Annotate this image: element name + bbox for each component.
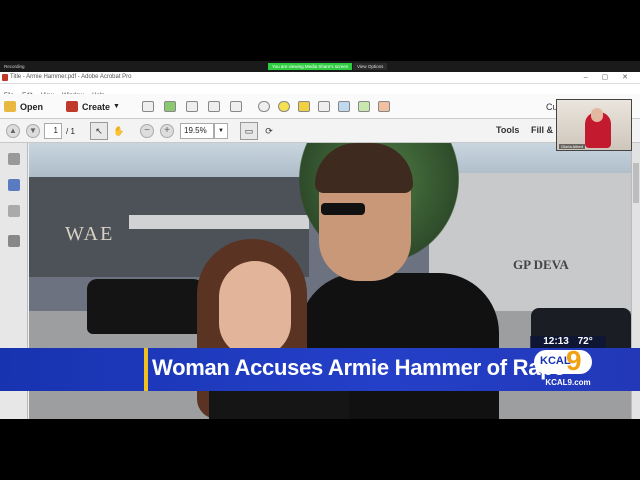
create-button[interactable]: Create ▼ xyxy=(66,98,120,115)
folder-icon xyxy=(4,101,16,112)
clock: 12:13 xyxy=(543,336,569,347)
photo-store-sign-right: GP DEVA xyxy=(513,257,569,272)
photo-car-left xyxy=(87,279,207,334)
edit-icon[interactable] xyxy=(208,101,220,112)
photo-store-sign-left: WAE xyxy=(65,223,115,245)
navigation-toolbar: ▲ ▼ 1 / 1 ↖ ✋ − + 19.5% ▼ ▭ ⟳ Tools Fill… xyxy=(0,119,640,143)
zoom-share-bar: Recording You are viewing Media Share's … xyxy=(0,61,640,72)
hand-icon[interactable]: ✋ xyxy=(110,122,128,140)
station-website: KCAL9.com xyxy=(545,378,591,387)
page-up-icon[interactable]: ▲ xyxy=(6,124,20,138)
page-number-input[interactable]: 1 xyxy=(44,123,62,139)
zoom-out-icon[interactable]: − xyxy=(140,124,154,138)
pages-icon[interactable] xyxy=(8,153,20,165)
page-total: / 1 xyxy=(66,127,75,136)
mail-icon[interactable] xyxy=(230,101,242,112)
station-bug: 12:13 72° KCAL 9 KCAL9.com xyxy=(530,336,606,394)
share-banner: You are viewing Media Share's screen xyxy=(268,63,353,70)
main-toolbar: Open Create ▼ Cu xyxy=(0,94,640,119)
save-icon[interactable] xyxy=(142,101,154,112)
video-thumbnail: Gloria Allred xyxy=(556,99,632,151)
window-titlebar: Title - Armie Hammer.pdf - Adobe Acrobat… xyxy=(0,72,640,84)
pip-label: Gloria Allred xyxy=(559,144,585,149)
window-title: Title - Armie Hammer.pdf - Adobe Acrobat… xyxy=(10,74,132,80)
create-label: Create xyxy=(82,101,111,112)
zoom-in-icon[interactable]: + xyxy=(160,124,174,138)
zoom-level-input[interactable]: 19.5% xyxy=(180,123,214,139)
zoom-dropdown-chevron-icon[interactable]: ▼ xyxy=(214,123,228,139)
menu-bar: File Edit View Window Help xyxy=(0,84,640,99)
rotate-icon[interactable]: ⟳ xyxy=(260,122,278,140)
chevron-down-icon: ▼ xyxy=(113,103,120,110)
photo-sunglasses xyxy=(321,203,365,215)
gear-icon[interactable] xyxy=(258,101,270,112)
print-icon[interactable] xyxy=(186,101,198,112)
page-down-icon[interactable]: ▼ xyxy=(26,124,40,138)
open-label: Open xyxy=(20,101,44,112)
open-button[interactable]: Open xyxy=(4,98,43,115)
lower-third-accent xyxy=(144,348,148,391)
pip-person-head xyxy=(591,108,603,122)
paperclip-icon[interactable] xyxy=(8,205,20,217)
photo-awning xyxy=(129,215,309,229)
kcal-logo-number: 9 xyxy=(566,345,582,376)
acrobat-logo-icon xyxy=(2,74,8,81)
window-controls[interactable]: – ▢ ✕ xyxy=(584,73,634,81)
comment-icon[interactable] xyxy=(278,101,290,112)
sign-icon[interactable] xyxy=(378,101,390,112)
export-icon[interactable] xyxy=(358,101,370,112)
fill-sign-link[interactable]: Fill & xyxy=(531,125,553,135)
view-options-button[interactable]: View Options xyxy=(353,63,388,70)
signature-icon[interactable] xyxy=(8,235,20,247)
create-pdf-icon xyxy=(66,101,78,112)
headline: Woman Accuses Armie Hammer of Rape xyxy=(152,355,566,380)
fit-page-icon[interactable]: ▭ xyxy=(240,122,258,140)
highlight-icon[interactable] xyxy=(298,101,310,112)
select-arrow-icon[interactable]: ↖ xyxy=(90,122,108,140)
attach-icon[interactable] xyxy=(318,101,330,112)
upload-icon[interactable] xyxy=(164,101,176,112)
scrollbar-thumb[interactable] xyxy=(633,163,639,203)
photo-woman-face xyxy=(219,261,291,357)
recording-label: Recording xyxy=(4,64,25,69)
tools-link[interactable]: Tools xyxy=(496,125,519,135)
stamp-icon[interactable] xyxy=(338,101,350,112)
bookmark-icon[interactable] xyxy=(8,179,20,191)
kcal-logo: KCAL 9 xyxy=(534,346,592,376)
